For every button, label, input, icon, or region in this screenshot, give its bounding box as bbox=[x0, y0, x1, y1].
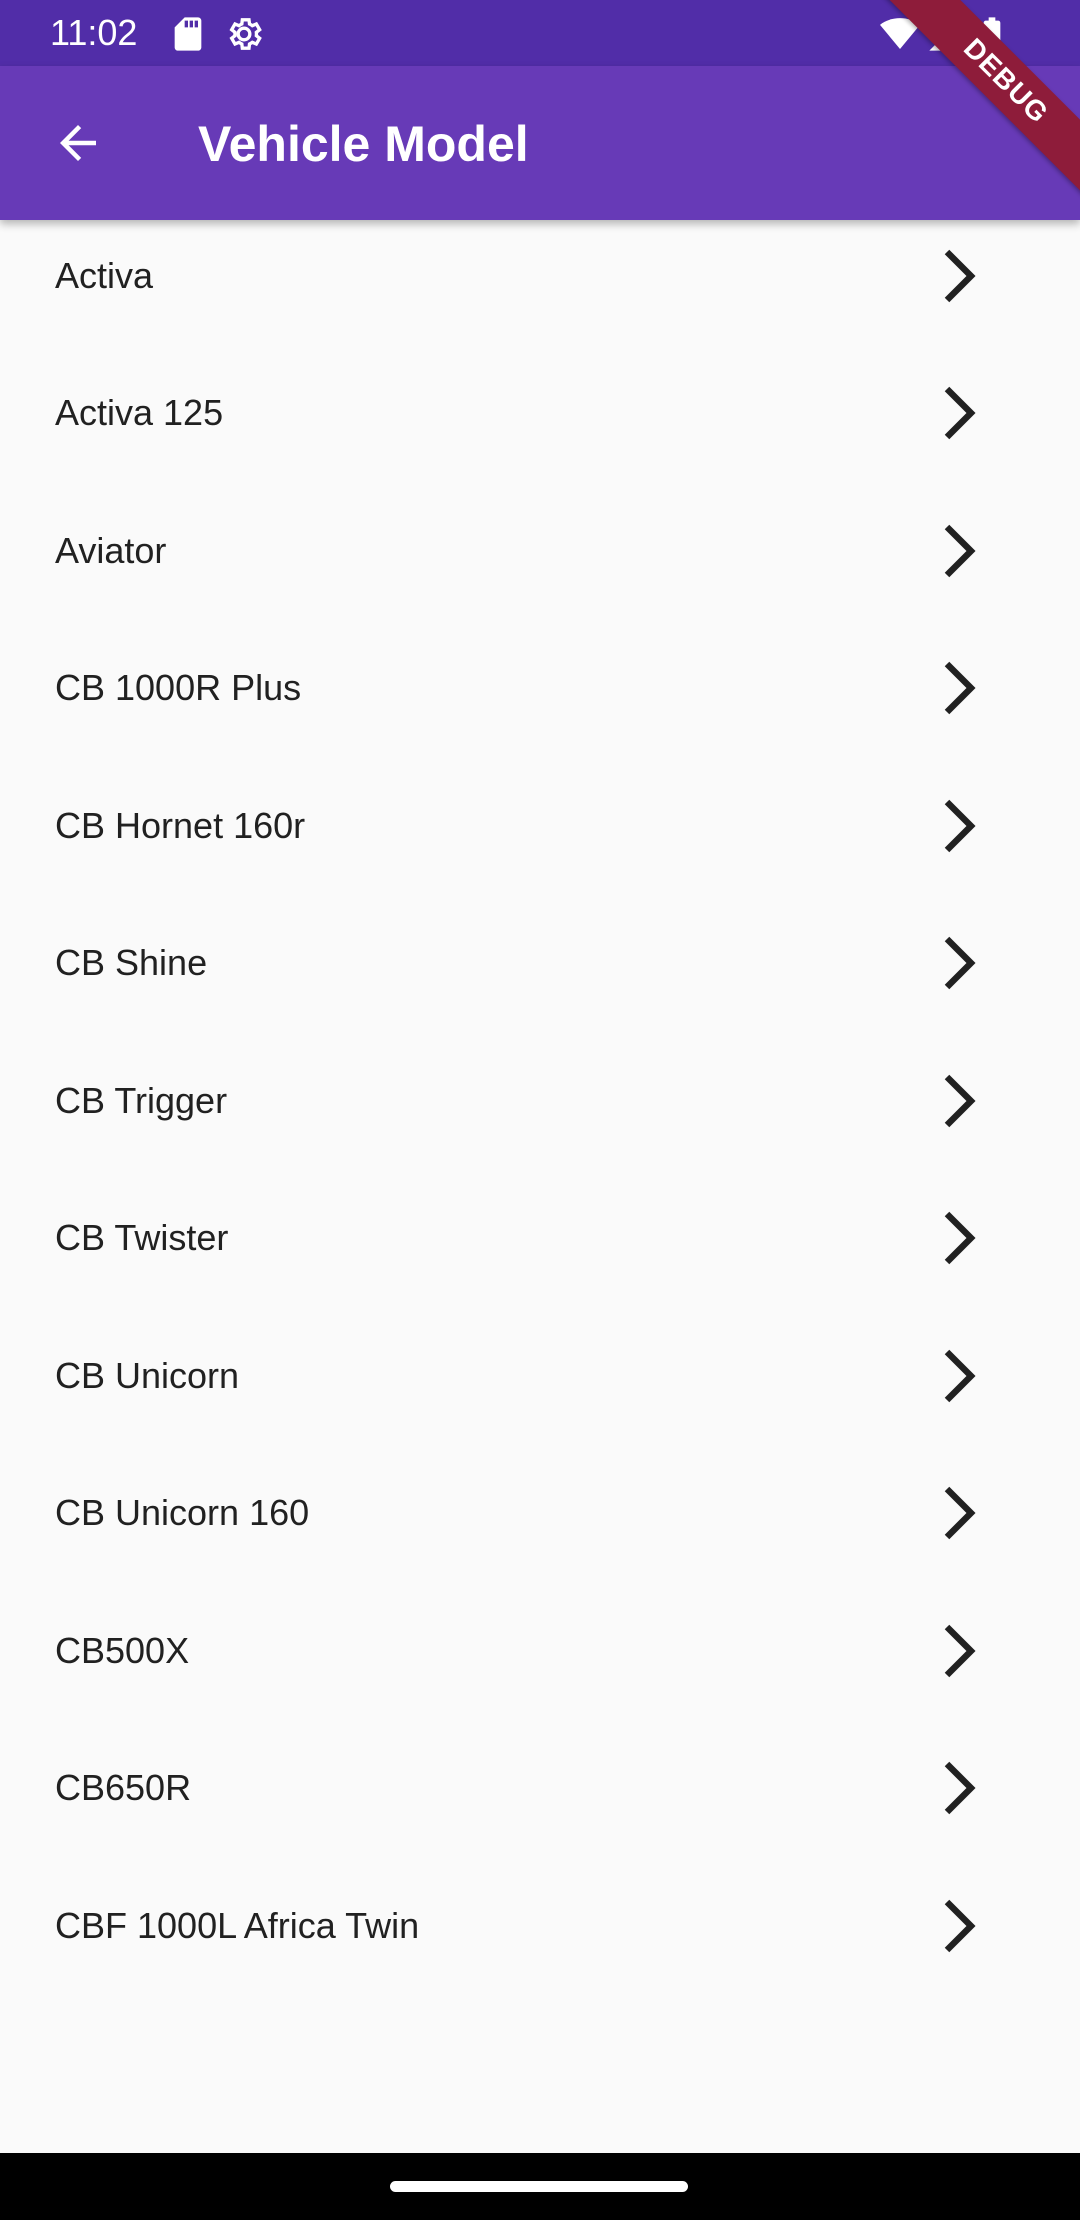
vehicle-model-label: Activa bbox=[55, 254, 154, 296]
signal-icon bbox=[926, 14, 966, 54]
list-item[interactable]: Activa bbox=[0, 207, 1080, 345]
settings-gear-icon bbox=[224, 14, 264, 54]
list-item[interactable]: CBF 1000L Africa Twin bbox=[0, 1857, 1080, 1995]
screen: 11:02 Vehicle Model DEBUG Activa Activa … bbox=[0, 0, 1080, 2220]
chevron-right-icon bbox=[935, 796, 983, 856]
arrow-back-icon bbox=[60, 125, 96, 161]
vehicle-model-label: CB Unicorn 160 bbox=[55, 1492, 310, 1534]
list-item[interactable]: CB Twister bbox=[0, 1170, 1080, 1308]
vehicle-model-label: CBF 1000L Africa Twin bbox=[55, 1904, 420, 1946]
chevron-right-icon bbox=[935, 933, 983, 993]
list-item[interactable]: CB650R bbox=[0, 1720, 1080, 1858]
chevron-right-icon bbox=[935, 1208, 983, 1268]
vehicle-model-list: Activa Activa 125 Aviator CB 1000R Plus … bbox=[0, 207, 1080, 1995]
chevron-right-icon bbox=[935, 521, 983, 581]
vehicle-model-label: CB Hornet 160r bbox=[55, 804, 306, 846]
list-item[interactable]: CB500X bbox=[0, 1582, 1080, 1720]
list-item[interactable]: Aviator bbox=[0, 482, 1080, 620]
sd-card-icon bbox=[168, 14, 208, 54]
chevron-right-icon bbox=[935, 1758, 983, 1818]
chevron-right-icon bbox=[935, 1621, 983, 1681]
navigation-bar bbox=[0, 2153, 1080, 2220]
home-indicator[interactable] bbox=[390, 2181, 688, 2192]
status-time: 11:02 bbox=[50, 12, 138, 53]
vehicle-model-label: CB Twister bbox=[55, 1217, 229, 1259]
vehicle-model-label: CB500X bbox=[55, 1629, 190, 1671]
list-item[interactable]: CB Shine bbox=[0, 895, 1080, 1033]
back-button[interactable] bbox=[36, 101, 120, 185]
vehicle-model-label: CB650R bbox=[55, 1767, 192, 1809]
list-item[interactable]: CB Unicorn 160 bbox=[0, 1445, 1080, 1583]
page-title: Vehicle Model bbox=[198, 116, 529, 172]
list-item[interactable]: Activa 125 bbox=[0, 345, 1080, 483]
vehicle-model-label: Activa 125 bbox=[55, 392, 224, 434]
list-item[interactable]: CB Trigger bbox=[0, 1032, 1080, 1170]
list-item[interactable]: CB 1000R Plus bbox=[0, 620, 1080, 758]
app-bar: Vehicle Model bbox=[0, 66, 1080, 220]
chevron-right-icon bbox=[935, 383, 983, 443]
chevron-right-icon bbox=[935, 1346, 983, 1406]
wifi-icon bbox=[880, 14, 920, 54]
status-bar: 11:02 bbox=[0, 0, 1080, 66]
list-item[interactable]: CB Unicorn bbox=[0, 1307, 1080, 1445]
chevron-right-icon bbox=[935, 1071, 983, 1131]
vehicle-model-label: CB Shine bbox=[55, 942, 208, 984]
chevron-right-icon bbox=[935, 1896, 983, 1956]
vehicle-model-label: CB 1000R Plus bbox=[55, 667, 302, 709]
vehicle-model-label: CB Trigger bbox=[55, 1079, 228, 1121]
vehicle-model-label: Aviator bbox=[55, 529, 167, 571]
battery-icon bbox=[972, 14, 1012, 54]
chevron-right-icon bbox=[935, 1483, 983, 1543]
list-item[interactable]: CB Hornet 160r bbox=[0, 757, 1080, 895]
chevron-right-icon bbox=[935, 658, 983, 718]
chevron-right-icon bbox=[935, 246, 983, 306]
vehicle-model-label: CB Unicorn bbox=[55, 1354, 240, 1396]
